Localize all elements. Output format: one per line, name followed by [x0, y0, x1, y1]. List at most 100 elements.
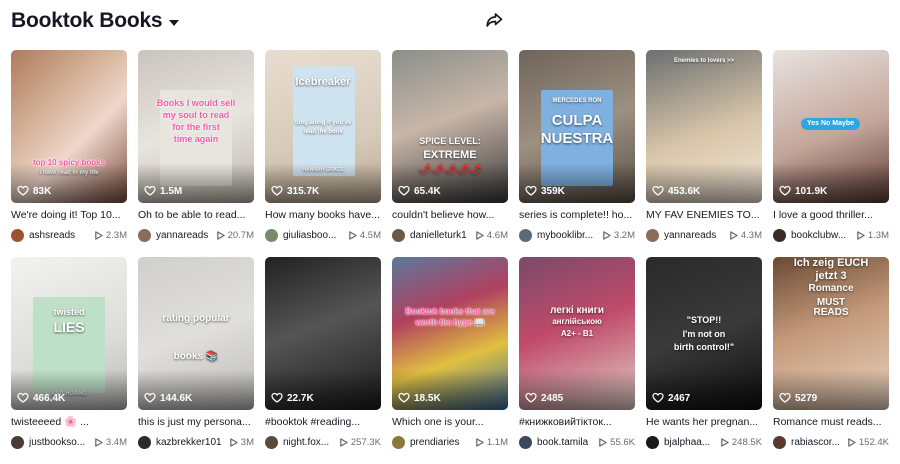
avatar[interactable]: [138, 435, 151, 449]
heart-icon: [271, 392, 283, 403]
like-count-label: 453.6K: [668, 185, 701, 197]
avatar[interactable]: [265, 435, 278, 449]
view-count: 1.3M: [856, 230, 889, 241]
video-description[interactable]: series is complete!! ho...: [519, 208, 635, 222]
video-thumbnail[interactable]: Books I would sell my soul to read for the…: [138, 50, 254, 203]
thumbnail-overlay-text: READS: [813, 307, 849, 318]
video-thumbnail[interactable]: Ich zeig EUCH jetzt 3 Romance MUST READS 5279: [773, 257, 889, 410]
like-count-label: 65.4K: [414, 185, 441, 197]
view-count-label: 3.2M: [613, 229, 635, 241]
share-icon[interactable]: [485, 11, 503, 29]
username-link[interactable]: giuliasboo...: [283, 230, 344, 241]
video-description[interactable]: We're doing it! Top 10...: [11, 208, 127, 222]
avatar[interactable]: [392, 228, 405, 242]
view-count: 4.5M: [348, 230, 381, 241]
video-description[interactable]: twisteeeed 🌸 ...: [11, 415, 127, 429]
view-count-label: 4.5M: [359, 229, 381, 241]
video-thumbnail[interactable]: Booktok books that are worth the hype 📖 18…: [392, 257, 508, 410]
username-link[interactable]: yannareads: [664, 230, 725, 241]
thumbnail-overlay-text: Ich zeig EUCH: [793, 257, 869, 269]
video-description[interactable]: couldn't believe how...: [392, 208, 508, 222]
video-card[interactable]: Books I would sell my soul to read for the…: [138, 50, 254, 242]
avatar[interactable]: [773, 228, 786, 242]
username-link[interactable]: bjalphaa...: [664, 437, 716, 448]
video-card[interactable]: Ich zeig EUCH jetzt 3 Romance MUST READS 5279…: [773, 257, 889, 449]
thumbnail-shade: [392, 163, 508, 203]
avatar[interactable]: [265, 228, 278, 242]
avatar[interactable]: [646, 435, 659, 449]
video-description[interactable]: #booktok #reading...: [265, 415, 381, 429]
username-link[interactable]: night.fox...: [283, 437, 335, 448]
video-card[interactable]: Yes No Maybe 101.9K I love a good thriller…: [773, 50, 889, 242]
video-card[interactable]: Icebreaker Sing along if you've read the b…: [265, 50, 381, 242]
username-link[interactable]: book.tamila: [537, 437, 594, 448]
video-card[interactable]: rating popular books 📚 144.6K this is just …: [138, 257, 254, 449]
thumbnail-shade: [646, 163, 762, 203]
username-link[interactable]: rabiascor...: [791, 437, 843, 448]
video-description[interactable]: MY FAV ENEMIES TO...: [646, 208, 762, 222]
chevron-down-icon[interactable]: [169, 19, 180, 26]
video-card[interactable]: 22.7K #booktok #reading... night.fox... 257…: [265, 257, 381, 449]
thumbnail-overlay-text: Booktok books that are: [405, 307, 495, 316]
avatar[interactable]: [392, 435, 405, 449]
view-count: 3.4M: [94, 437, 127, 448]
avatar[interactable]: [138, 228, 151, 242]
video-description[interactable]: I love a good thriller...: [773, 208, 889, 222]
thumbnail-overlay-text: birth control!": [673, 342, 735, 352]
video-card[interactable]: SPICE LEVEL:EXTREME🌶🌶🌶🌶🌶65.4K couldn't be…: [392, 50, 508, 242]
video-thumbnail[interactable]: Icebreaker Sing along if you've read the b…: [265, 50, 381, 203]
avatar[interactable]: [773, 435, 786, 449]
avatar[interactable]: [519, 435, 532, 449]
avatar[interactable]: [11, 435, 24, 449]
play-icon: [340, 437, 348, 447]
video-thumbnail[interactable]: MERCEDES RON CULPA NUESTRA 359K: [519, 50, 635, 203]
thumbnail-overlay-text: MERCEDES RON: [552, 98, 602, 104]
avatar[interactable]: [11, 228, 24, 242]
video-thumbnail[interactable]: "STOP!! I'm not on birth control!" 2467: [646, 257, 762, 410]
video-card[interactable]: top 10 spicy booksi have read in my life…: [11, 50, 127, 242]
video-description[interactable]: this is just my persona...: [138, 415, 254, 429]
video-card[interactable]: "STOP!! I'm not on birth control!" 2467 He w…: [646, 257, 762, 449]
video-meta: justbookso... 3.4M: [11, 435, 127, 449]
video-description[interactable]: Which one is your...: [392, 415, 508, 429]
username-link[interactable]: prendiaries: [410, 437, 471, 448]
video-thumbnail[interactable]: top 10 spicy booksi have read in my life…: [11, 50, 127, 203]
view-count: 20.7M: [216, 230, 254, 241]
view-count: 2.3M: [94, 230, 127, 241]
video-thumbnail[interactable]: 22.7K: [265, 257, 381, 410]
video-thumbnail[interactable]: SPICE LEVEL:EXTREME🌶🌶🌶🌶🌶65.4K: [392, 50, 508, 203]
username-link[interactable]: justbookso...: [29, 437, 90, 448]
video-description[interactable]: Oh to be able to read...: [138, 208, 254, 222]
video-card[interactable]: twistedLIESANA HUANG466.4K twisteeeed 🌸 .…: [11, 257, 127, 449]
video-description[interactable]: How many books have...: [265, 208, 381, 222]
video-thumbnail[interactable]: rating popular books 📚 144.6K: [138, 257, 254, 410]
username-link[interactable]: kazbrekker101: [156, 437, 225, 448]
avatar[interactable]: [519, 228, 532, 242]
video-thumbnail[interactable]: легкі книги англійською A2+ - B1 2485: [519, 257, 635, 410]
video-card[interactable]: Booktok books that are worth the hype 📖 18…: [392, 257, 508, 449]
like-count: 101.9K: [779, 185, 827, 197]
video-thumbnail[interactable]: Yes No Maybe 101.9K: [773, 50, 889, 203]
video-thumbnail[interactable]: Enemies to lovers >> 453.6K: [646, 50, 762, 203]
username-link[interactable]: mybooklibr...: [537, 230, 598, 241]
video-card[interactable]: MERCEDES RON CULPA NUESTRA 359K series is co…: [519, 50, 635, 242]
video-card[interactable]: легкі книги англійською A2+ - B1 2485 #книжк…: [519, 257, 635, 449]
video-description[interactable]: He wants her pregnan...: [646, 415, 762, 429]
video-description[interactable]: #книжковийтікток...: [519, 415, 635, 429]
thumbnail-overlay-text: my soul to read: [162, 110, 230, 120]
username-link[interactable]: bookclubw...: [791, 230, 852, 241]
heart-icon: [525, 392, 537, 403]
video-thumbnail[interactable]: twistedLIESANA HUANG466.4K: [11, 257, 127, 410]
thumbnail-overlay-text: A2+ - B1: [560, 329, 594, 338]
username-link[interactable]: danielleturk1: [410, 230, 471, 241]
video-meta: giuliasboo... 4.5M: [265, 228, 381, 242]
video-description[interactable]: Romance must reads...: [773, 415, 889, 429]
avatar[interactable]: [646, 228, 659, 242]
username-link[interactable]: yannareads: [156, 230, 212, 241]
heart-icon: [398, 185, 410, 196]
heart-icon: [144, 185, 156, 196]
username-link[interactable]: ashsreads: [29, 230, 90, 241]
video-card[interactable]: Enemies to lovers >> 453.6K MY FAV ENEMIES…: [646, 50, 762, 242]
thumbnail-shade: [519, 163, 635, 203]
thumbnail-overlay-text: NUESTRA: [540, 130, 614, 147]
